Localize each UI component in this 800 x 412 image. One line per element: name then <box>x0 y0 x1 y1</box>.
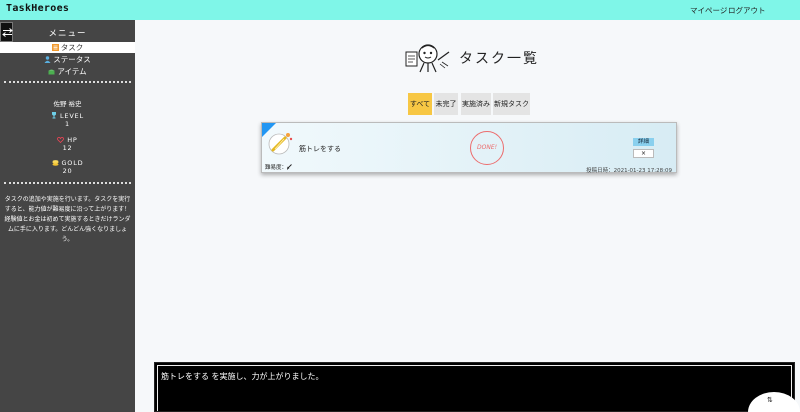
trophy-icon <box>52 112 57 119</box>
task-card[interactable]: 筋トレをする 難易度： DONE! 詳細 × 投稿日時：2021-01-23 1… <box>261 122 677 174</box>
page-title: タスク一覧 <box>459 51 539 67</box>
coins-icon <box>52 160 59 166</box>
gold-stat: GOLD <box>0 159 135 167</box>
divider <box>4 81 131 83</box>
sidebar: メニュー タスク ステータス アイテム 佐野 裕史 LEVEL 1 HP 12 … <box>0 20 135 412</box>
dumbbell-task-icon <box>268 133 293 155</box>
done-stamp: DONE! <box>470 131 504 165</box>
hero-mascot-icon <box>405 44 450 73</box>
sidebar-item-label: アイテム <box>57 67 87 76</box>
logout-link[interactable]: ログアウト <box>728 5 766 16</box>
level-stat: LEVEL <box>0 112 135 120</box>
delete-button[interactable]: × <box>633 149 654 158</box>
difficulty-label: 難易度： <box>265 163 292 171</box>
sidebar-description: タスクの追加や実施を行います。タスクを実行すると、能力値が難易度に沿って上がりま… <box>4 196 131 243</box>
top-bar: TaskHeroes マイページ ログアウト <box>0 0 800 20</box>
tab-completed[interactable]: 実施済み <box>461 93 491 115</box>
user-name: 佐野 裕史 <box>53 100 82 108</box>
level-value: 1 <box>65 120 70 128</box>
updown-arrows-icon: ⇅ <box>767 396 773 404</box>
menu-title: メニュー <box>48 29 87 39</box>
message-text: 筋トレをする を実施し、力が上がりました。 <box>161 372 324 381</box>
message-box: 筋トレをする を実施し、力が上がりました。 <box>154 362 795 412</box>
difficulty-sword-icon <box>286 164 292 170</box>
sidebar-item-tasks[interactable]: タスク <box>0 42 135 53</box>
treasure-icon <box>48 69 55 75</box>
person-icon <box>44 56 51 63</box>
detail-button[interactable]: 詳細 <box>633 138 654 146</box>
hp-stat: HP <box>0 136 135 144</box>
sidebar-item-label: ステータス <box>53 55 91 64</box>
hp-label: HP <box>67 136 78 144</box>
sidebar-item-items[interactable]: アイテム <box>0 66 135 77</box>
tab-incomplete[interactable]: 未完了 <box>434 93 458 115</box>
sidebar-item-label: タスク <box>60 43 84 52</box>
tab-new-task[interactable]: 新規タスク <box>493 93 530 115</box>
hp-value: 12 <box>62 144 73 152</box>
tab-all[interactable]: すべて <box>408 93 432 115</box>
task-name: 筋トレをする <box>299 145 341 153</box>
list-icon <box>51 44 59 51</box>
divider <box>4 182 131 184</box>
heart-icon <box>57 137 65 144</box>
brand-logo[interactable]: TaskHeroes <box>6 3 69 14</box>
posted-date: 投稿日時：2021-01-23 17:28:09 <box>586 168 672 174</box>
level-label: LEVEL <box>59 112 84 120</box>
gold-value: 20 <box>62 167 73 175</box>
gold-label: GOLD <box>61 159 84 167</box>
sidebar-item-status[interactable]: ステータス <box>0 54 135 65</box>
mypage-link[interactable]: マイページ <box>690 5 727 16</box>
difficulty-text: 難易度： <box>265 165 288 171</box>
